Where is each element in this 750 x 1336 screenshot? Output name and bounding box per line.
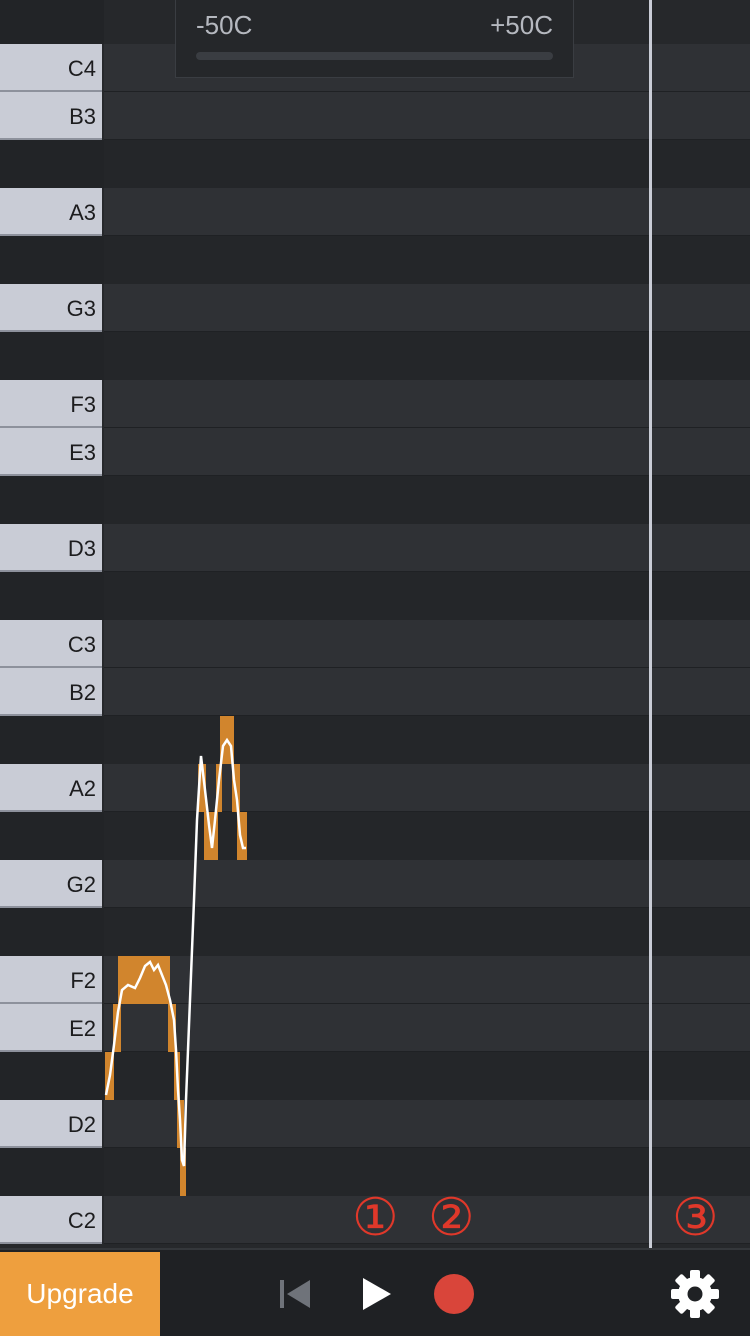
pitch-graph — [104, 716, 247, 1196]
annotation-marker-3: ③ — [672, 1189, 719, 1247]
gear-icon — [671, 1270, 719, 1318]
play-button[interactable] — [342, 1252, 412, 1336]
play-icon — [363, 1278, 391, 1310]
note-block — [118, 956, 170, 1004]
piano-roll[interactable]: C4 B3 A3 G3 F3 E3 D3 C3 B2 A2 G2 F2 E2 D2 C2 -50C +50C… — [0, 0, 750, 1250]
cents-meter-track — [196, 52, 553, 60]
skip-to-start-icon — [280, 1280, 310, 1308]
rewind-button[interactable] — [260, 1252, 330, 1336]
record-icon — [434, 1274, 474, 1314]
settings-button[interactable] — [660, 1252, 730, 1336]
annotation-marker-1: ① — [352, 1189, 399, 1247]
record-button[interactable] — [419, 1252, 489, 1336]
cents-min-label: -50C — [196, 10, 253, 40]
upgrade-button[interactable]: Upgrade — [0, 1252, 160, 1336]
bottom-toolbar: Upgrade — [0, 1248, 750, 1336]
pitch-line — [104, 737, 246, 1167]
cents-max-label: +50C — [490, 10, 553, 40]
detected-notes — [105, 716, 247, 1196]
annotation-marker-2: ② — [428, 1189, 475, 1247]
playhead[interactable] — [649, 0, 652, 1250]
cents-meter: -50C +50C — [175, 0, 574, 78]
